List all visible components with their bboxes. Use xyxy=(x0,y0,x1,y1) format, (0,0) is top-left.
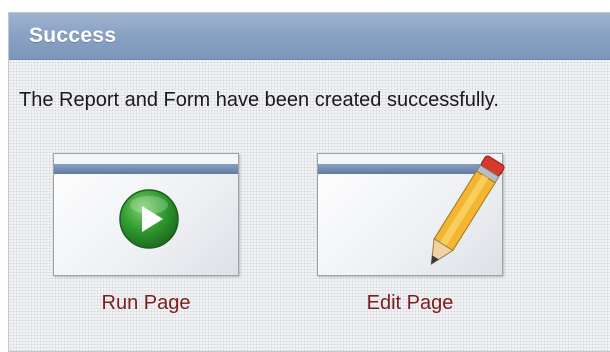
play-icon[interactable] xyxy=(118,188,180,250)
pencil-icon[interactable] xyxy=(407,145,517,285)
success-message: The Report and Form have been created su… xyxy=(19,89,499,111)
edit-page-link[interactable]: Edit Page xyxy=(317,292,503,315)
run-page-thumbnail[interactable] xyxy=(53,153,239,276)
edit-page-tile[interactable]: Edit Page xyxy=(317,153,507,333)
run-page-tile[interactable]: Run Page xyxy=(53,153,243,333)
thumbnail-title-bar xyxy=(54,164,238,174)
success-region: Success The Report and Form have been cr… xyxy=(8,12,610,352)
region-title: Success xyxy=(29,24,117,47)
region-header: Success xyxy=(9,13,610,60)
run-page-link[interactable]: Run Page xyxy=(53,292,239,315)
